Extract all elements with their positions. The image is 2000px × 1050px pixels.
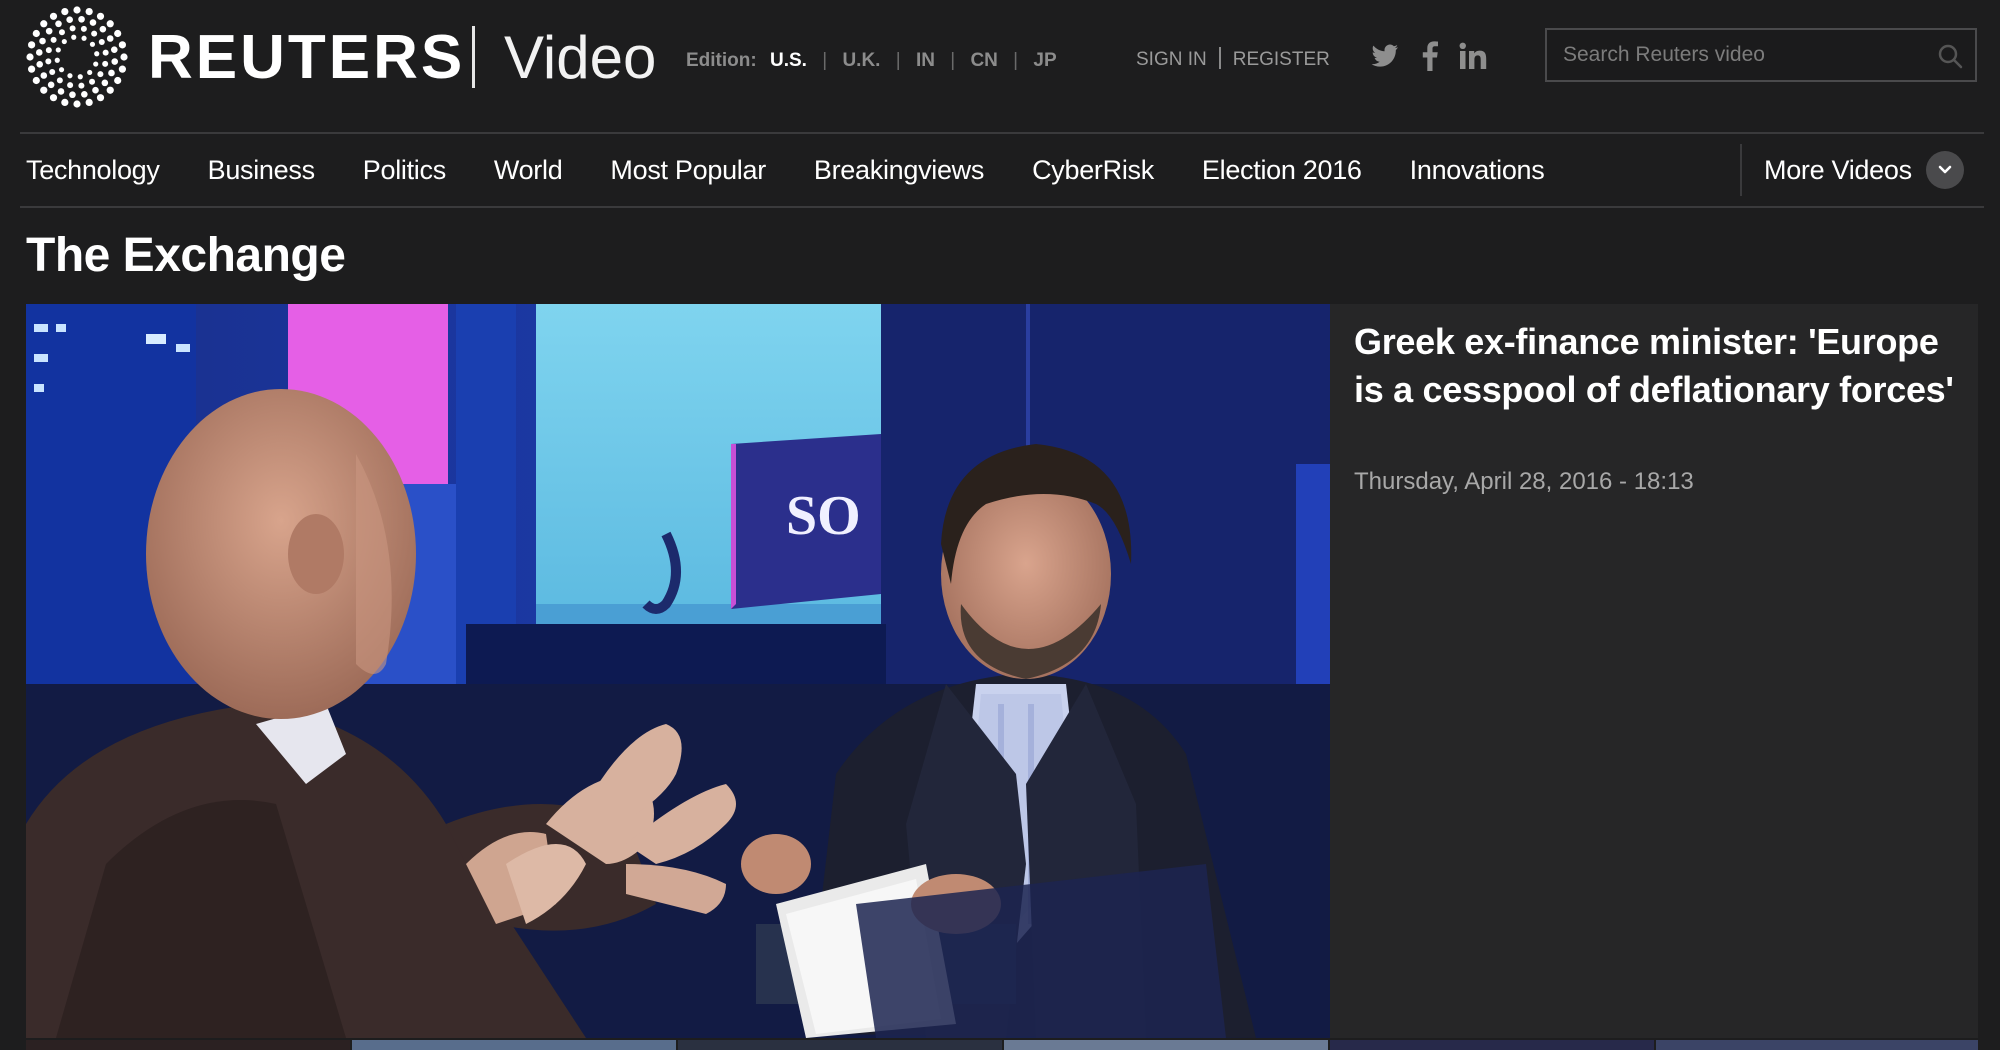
video-thumbnail[interactable] <box>352 1040 676 1050</box>
edition-uk[interactable]: U.K. <box>842 50 880 71</box>
nav-items: Technology Business Politics World Most … <box>26 134 1592 206</box>
nav-item-politics[interactable]: Politics <box>363 155 446 186</box>
nav-item-technology[interactable]: Technology <box>26 155 160 186</box>
facebook-icon[interactable] <box>1420 36 1440 76</box>
page-title: The Exchange <box>26 229 346 282</box>
featured-info-panel: Greek ex-finance minister: 'Europe is a … <box>1330 304 1978 1038</box>
edition-us[interactable]: U.S. <box>770 50 807 71</box>
brand-section[interactable]: Video <box>504 18 656 98</box>
nav-item-most-popular[interactable]: Most Popular <box>610 155 766 186</box>
thumbnail-strip <box>26 1040 1978 1050</box>
page: REUTERS Video Edition: U.S. | U.K. | IN … <box>0 0 2000 1050</box>
linkedin-icon[interactable] <box>1458 36 1488 76</box>
featured-video-thumbnail[interactable]: SO <box>26 304 1330 1038</box>
video-thumbnail[interactable] <box>1004 1040 1328 1050</box>
auth-divider <box>1218 47 1221 69</box>
twitter-icon[interactable] <box>1370 36 1400 76</box>
video-thumbnail[interactable] <box>1656 1040 1978 1050</box>
edition-jp[interactable]: JP <box>1033 50 1056 71</box>
featured-timestamp: Thursday, April 28, 2016 - 18:13 <box>1354 468 1694 495</box>
edition-label: Edition: <box>686 50 757 71</box>
sign-in-link[interactable]: SIGN IN <box>1136 49 1207 70</box>
edition-cn[interactable]: CN <box>970 50 997 71</box>
more-videos-label: More Videos <box>1764 154 1912 185</box>
nav-item-world[interactable]: World <box>494 155 563 186</box>
reuters-logo-icon[interactable] <box>24 4 130 110</box>
edition-in[interactable]: IN <box>916 50 935 71</box>
logo-divider <box>472 26 475 88</box>
chevron-down-icon <box>1925 151 1964 189</box>
search-input[interactable] <box>1563 30 1933 80</box>
nav-item-business[interactable]: Business <box>208 155 315 186</box>
video-thumbnail[interactable] <box>26 1040 350 1050</box>
site-header: REUTERS Video Edition: U.S. | U.K. | IN … <box>0 0 2000 132</box>
edition-selector: Edition: U.S. | U.K. | IN | CN | JP <box>686 50 1057 71</box>
nav-item-cyberrisk[interactable]: CyberRisk <box>1032 155 1154 186</box>
nav-divider <box>1740 144 1742 196</box>
video-thumbnail[interactable] <box>1330 1040 1654 1050</box>
nav-item-innovations[interactable]: Innovations <box>1410 155 1545 186</box>
search-icon[interactable] <box>1937 43 1963 69</box>
brand-name[interactable]: REUTERS <box>148 18 465 98</box>
featured-headline[interactable]: Greek ex-finance minister: 'Europe is a … <box>1354 318 1954 414</box>
video-thumbnail[interactable] <box>678 1040 1002 1050</box>
nav-item-election-2016[interactable]: Election 2016 <box>1202 155 1362 186</box>
main-nav: Technology Business Politics World Most … <box>20 132 1984 208</box>
search-box <box>1545 28 1977 82</box>
nav-item-breakingviews[interactable]: Breakingviews <box>814 155 984 186</box>
screen-text: SO <box>786 485 861 547</box>
register-link[interactable]: REGISTER <box>1233 49 1330 70</box>
more-videos-button[interactable]: More Videos <box>1764 134 1964 206</box>
auth-links: SIGN IN REGISTER <box>1136 46 1330 74</box>
